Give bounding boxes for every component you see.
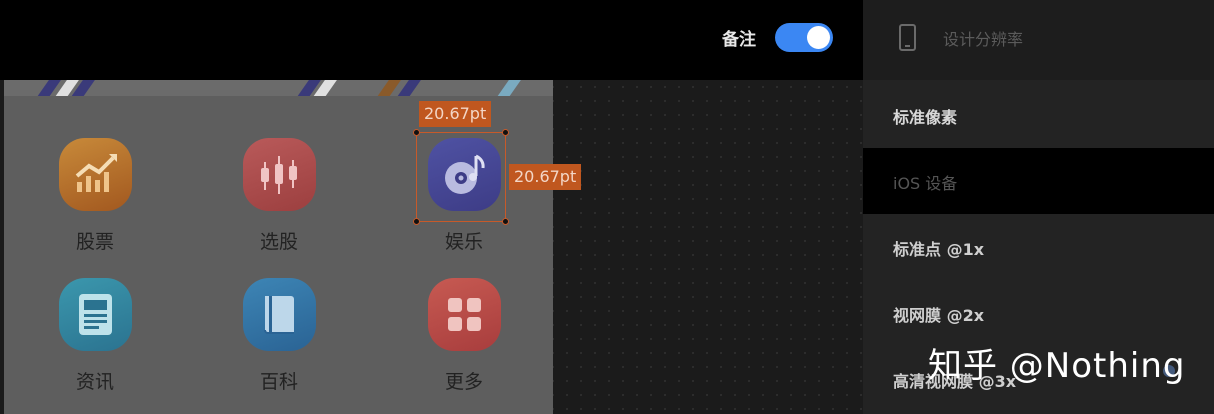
app-label: 股票 bbox=[75, 231, 114, 253]
grid-icon bbox=[427, 278, 501, 351]
option-label: iOS 设备 bbox=[893, 174, 958, 193]
note-label: 备注 bbox=[722, 30, 756, 50]
app-tile-more[interactable]: 更多 bbox=[404, 278, 524, 394]
option-2x[interactable]: 视网膜 @2x bbox=[863, 280, 1214, 346]
watermark: 知乎 @Nothing bbox=[928, 346, 1186, 386]
option-1x[interactable]: 标准点 @1x bbox=[863, 214, 1214, 280]
stock-chart-icon bbox=[58, 138, 132, 211]
selection-box[interactable] bbox=[416, 132, 506, 222]
note-toggle[interactable] bbox=[775, 23, 833, 52]
resize-handle[interactable] bbox=[413, 129, 420, 136]
width-measure-tag: 20.67pt bbox=[419, 101, 492, 127]
banner-image bbox=[4, 80, 553, 96]
book-icon bbox=[242, 278, 316, 351]
app-label: 更多 bbox=[444, 371, 483, 393]
app-tile-encyclopedia[interactable]: 百科 bbox=[219, 278, 339, 394]
option-label: 视网膜 @2x bbox=[893, 306, 985, 325]
app-tile-stock[interactable]: 股票 bbox=[35, 138, 155, 254]
panel-title: 设计分辨率 bbox=[943, 30, 1024, 49]
artboard[interactable]: 股票 选股 娱乐 资讯 百科 更多 bbox=[4, 80, 553, 414]
phone-icon bbox=[899, 24, 916, 51]
resize-handle[interactable] bbox=[413, 218, 420, 225]
toggle-knob bbox=[807, 26, 830, 49]
app-tile-news[interactable]: 资讯 bbox=[35, 278, 155, 394]
height-measure-tag: 20.67pt bbox=[509, 164, 582, 190]
panel-header[interactable]: 设计分辨率 bbox=[863, 0, 1214, 80]
news-icon bbox=[58, 278, 132, 351]
app-label: 选股 bbox=[259, 231, 298, 253]
resize-handle[interactable] bbox=[502, 129, 509, 136]
option-standard-pixel[interactable]: 标准像素 bbox=[863, 82, 1214, 148]
resize-handle[interactable] bbox=[502, 218, 509, 225]
top-toolbar: 备注 bbox=[0, 0, 863, 80]
option-label: 标准点 @1x bbox=[893, 240, 985, 259]
app-label: 娱乐 bbox=[444, 231, 483, 253]
app-label: 百科 bbox=[259, 371, 298, 393]
option-ios-device[interactable]: iOS 设备 bbox=[863, 148, 1214, 214]
app-label: 资讯 bbox=[75, 371, 114, 393]
option-label: 标准像素 bbox=[893, 108, 958, 127]
candlestick-icon bbox=[242, 138, 316, 211]
app-tile-stock-picker[interactable]: 选股 bbox=[219, 138, 339, 254]
